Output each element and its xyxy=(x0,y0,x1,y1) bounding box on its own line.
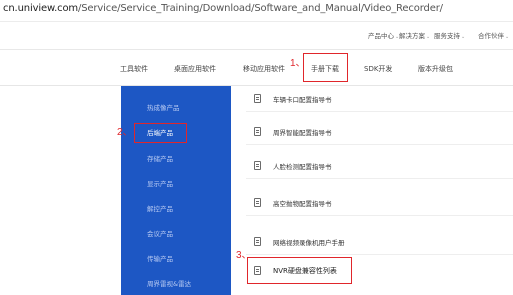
document-title: 高空抛物配置指导书 xyxy=(273,200,332,208)
highlight-box-manual-download xyxy=(303,53,348,82)
document-icon xyxy=(254,94,261,103)
category-tabs: 工具软件 桌面应用软件 移动应用软件 手册下载 SDK开发 版本升级包 xyxy=(0,50,513,86)
sidebar-item-display[interactable]: 显示产品 xyxy=(147,178,173,188)
step-2-label: 2、 xyxy=(117,127,133,138)
document-title: 网络视频录像机用户手册 xyxy=(273,239,345,247)
document-title: 周界智能配置指导书 xyxy=(273,129,332,137)
highlight-box-nvr-compat xyxy=(247,257,352,284)
product-sidebar: 热成像产品 后端产品 存储产品 显示产品 解控产品 会议产品 传输产品 周界雷视… xyxy=(121,86,231,295)
tab-sdk[interactable]: SDK开发 xyxy=(364,64,392,74)
sidebar-item-transmission[interactable]: 传输产品 xyxy=(147,253,173,263)
list-item[interactable]: 高空抛物配置指导书 xyxy=(246,190,513,216)
document-icon xyxy=(254,237,261,246)
sidebar-item-decode[interactable]: 解控产品 xyxy=(147,203,173,213)
topnav-item-product-center[interactable]: 产品中心⌄ xyxy=(368,30,399,40)
document-title: 人脸检测配置指导书 xyxy=(273,163,332,171)
document-icon xyxy=(254,161,261,170)
chevron-down-icon: ⌄ xyxy=(461,34,466,40)
list-item[interactable]: 人脸检测配置指导书 xyxy=(246,153,513,179)
address-path: /Service/Service_Training/Download/Softw… xyxy=(78,3,443,14)
sidebar-item-perimeter-radar[interactable]: 周界雷视&雷达 xyxy=(147,278,191,288)
sidebar-item-thermal[interactable]: 热成像产品 xyxy=(147,102,180,112)
top-nav: 产品中心⌄ 解决方案⌄ 服务支持⌄ 合作伙伴⌄ xyxy=(0,22,513,50)
tab-upgrade-package[interactable]: 版本升级包 xyxy=(418,64,453,74)
tab-tool-software[interactable]: 工具软件 xyxy=(120,64,148,74)
topnav-item-service-support[interactable]: 服务支持⌄ xyxy=(434,30,465,40)
topnav-item-solutions[interactable]: 解决方案⌄ xyxy=(399,30,430,40)
sidebar-item-storage[interactable]: 存储产品 xyxy=(147,153,173,163)
document-title: 车辆卡口配置指导书 xyxy=(273,96,332,104)
address-bar[interactable]: cn.uniview.com/Service/Service_Training/… xyxy=(0,0,513,22)
document-icon xyxy=(254,198,261,207)
list-item[interactable]: 网络视频录像机用户手册 xyxy=(246,229,513,255)
list-item[interactable]: 车辆卡口配置指导书 xyxy=(246,86,513,112)
highlight-box-backend xyxy=(134,123,187,143)
topnav-item-partners[interactable]: 合作伙伴⌄ xyxy=(478,30,509,40)
address-url[interactable]: cn.uniview.com/Service/Service_Training/… xyxy=(3,3,443,14)
sidebar-item-conference[interactable]: 会议产品 xyxy=(147,228,173,238)
tab-desktop-software[interactable]: 桌面应用软件 xyxy=(174,64,216,74)
document-icon xyxy=(254,127,261,136)
tab-mobile-software[interactable]: 移动应用软件 xyxy=(243,64,285,74)
chevron-down-icon: ⌄ xyxy=(505,34,510,40)
address-host: cn.uniview.com xyxy=(3,3,79,14)
chevron-down-icon: ⌄ xyxy=(426,34,431,40)
list-item[interactable]: 周界智能配置指导书 xyxy=(246,119,513,145)
